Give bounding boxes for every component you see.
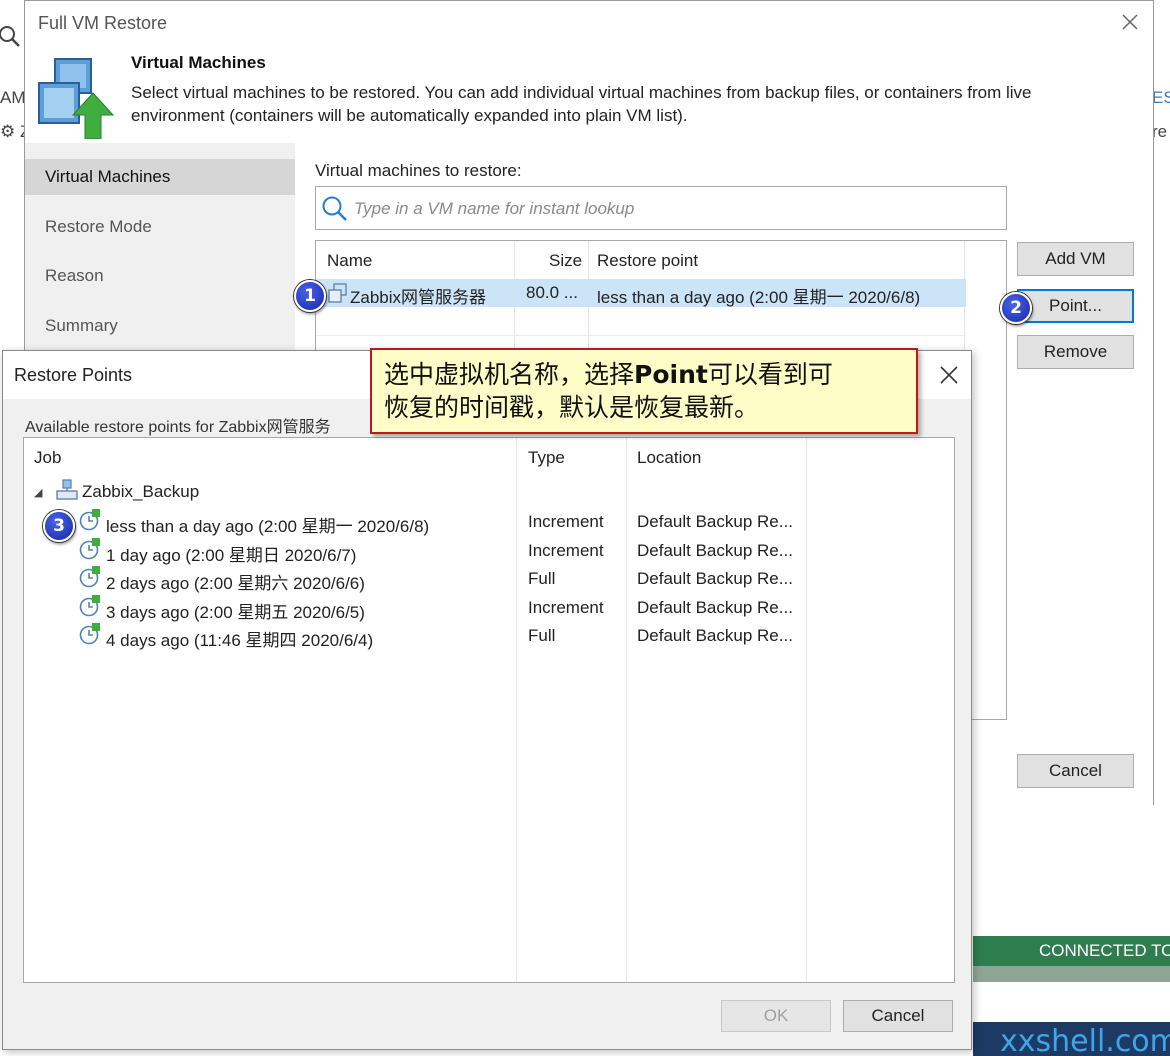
- restore-point-type: Increment: [528, 512, 604, 531]
- column-header-restore-point[interactable]: Restore point: [597, 251, 698, 271]
- vm-icon: [328, 283, 348, 303]
- column-header-type[interactable]: Type: [528, 448, 565, 468]
- watermark: xxshell.com: [1000, 1024, 1170, 1056]
- restore-points-dialog: Restore Points Available restore points …: [2, 350, 972, 1050]
- restore-point-icon: [78, 622, 102, 646]
- search-icon[interactable]: [0, 24, 22, 50]
- close-icon[interactable]: [1119, 11, 1141, 33]
- restore-point-type: Increment: [528, 541, 604, 560]
- restore-point-name: 4 days ago (11:46 星期四 2020/6/4): [106, 631, 374, 650]
- vm-restore-icon: [35, 53, 115, 140]
- column-header-job[interactable]: Job: [34, 448, 61, 468]
- column-header-size[interactable]: Size: [549, 251, 582, 271]
- restore-point-location: Default Backup Re...: [637, 626, 793, 645]
- restore-point-location: Default Backup Re...: [637, 512, 793, 531]
- step-badge-3: 3: [43, 510, 75, 542]
- row-divider: [316, 335, 966, 336]
- restore-point-row[interactable]: 3 days ago (2:00 星期五 2020/6/5) Increment…: [24, 594, 954, 622]
- step-badge-1: 1: [294, 280, 326, 312]
- restore-point-type: Full: [528, 626, 556, 645]
- callout-text: 选中虚拟机名称，选择: [384, 360, 635, 389]
- point-button[interactable]: Point...: [1017, 289, 1134, 323]
- restore-point-type: Increment: [528, 598, 604, 617]
- vm-name: Zabbix网管服务器: [350, 288, 487, 307]
- dialog-title: Restore Points: [14, 365, 133, 385]
- callout-line-1: 选中虚拟机名称，选择Point可以看到可: [384, 358, 916, 391]
- restore-point-name: 2 days ago (2:00 星期六 2020/6/6): [106, 574, 365, 593]
- vm-search-box[interactable]: [315, 186, 1007, 230]
- column-header-name[interactable]: Name: [327, 251, 372, 271]
- column-header-location[interactable]: Location: [637, 448, 701, 468]
- ok-button[interactable]: OK: [721, 1000, 831, 1032]
- restore-point-icon: [78, 594, 102, 618]
- restore-point-icon: [78, 537, 102, 561]
- step-summary[interactable]: Summary: [25, 308, 295, 344]
- restore-points-cancel-button[interactable]: Cancel: [843, 1000, 953, 1032]
- gear-icon: ⚙: [0, 122, 16, 141]
- wizard-cancel-button[interactable]: Cancel: [1017, 754, 1134, 788]
- restore-point-row[interactable]: 1 day ago (2:00 星期日 2020/6/7) Increment …: [24, 537, 954, 565]
- backup-job-icon: [54, 478, 80, 502]
- restore-point-row[interactable]: 2 days ago (2:00 星期六 2020/6/6) Full Defa…: [24, 565, 954, 593]
- vm-restore-point: less than a day ago (2:00 星期一 2020/6/8): [597, 288, 921, 307]
- vm-search-input[interactable]: [354, 196, 994, 222]
- job-name[interactable]: Zabbix_Backup: [82, 482, 199, 502]
- callout-bold-text: Point: [634, 360, 708, 389]
- status-strip: [973, 966, 1170, 982]
- restore-point-type: Full: [528, 569, 556, 588]
- callout-text: 可以看到可: [707, 360, 833, 389]
- restore-points-table: Job Type Location ◢ Zabbix_Backup less t…: [23, 437, 955, 983]
- restore-point-row[interactable]: less than a day ago (2:00 星期一 2020/6/8) …: [24, 508, 954, 536]
- remove-button[interactable]: Remove: [1017, 335, 1134, 369]
- restore-point-location: Default Backup Re...: [637, 598, 793, 617]
- restore-point-name: less than a day ago (2:00 星期一 2020/6/8): [106, 517, 430, 536]
- callout-line-2: 恢复的时间戳，默认是恢复最新。: [384, 393, 760, 422]
- step-badge-2: 2: [1000, 292, 1032, 324]
- search-icon: [320, 195, 350, 223]
- wizard-header: Virtual Machines Select virtual machines…: [25, 45, 1153, 143]
- step-virtual-machines[interactable]: Virtual Machines: [25, 159, 295, 195]
- step-reason[interactable]: Reason: [25, 258, 295, 294]
- dialog-titlebar: Full VM Restore: [25, 1, 1153, 45]
- header-description: Select virtual machines to be restored. …: [131, 83, 1032, 125]
- collapse-arrow-icon[interactable]: ◢: [34, 486, 42, 499]
- background-text: ES: [1152, 88, 1170, 107]
- close-icon[interactable]: [937, 363, 961, 387]
- restore-point-icon: [78, 565, 102, 589]
- background-text: AM: [0, 88, 26, 107]
- vm-size: 80.0 ...: [526, 283, 578, 302]
- annotation-callout: 选中虚拟机名称，选择Point可以看到可 恢复的时间戳，默认是恢复最新。: [370, 348, 918, 434]
- header-title: Virtual Machines: [131, 53, 266, 72]
- restore-point-location: Default Backup Re...: [637, 541, 793, 560]
- dialog-title: Full VM Restore: [38, 13, 168, 33]
- restore-point-name: 1 day ago (2:00 星期日 2020/6/7): [106, 546, 357, 565]
- vm-list-label: Virtual machines to restore:: [315, 161, 522, 180]
- restore-point-row[interactable]: 4 days ago (11:46 星期四 2020/6/4) Full Def…: [24, 622, 954, 650]
- step-restore-mode[interactable]: Restore Mode: [25, 209, 295, 245]
- add-vm-button[interactable]: Add VM: [1017, 242, 1134, 276]
- connection-status-bar: CONNECTED TO: [973, 936, 1170, 966]
- vm-row-selected[interactable]: Zabbix网管服务器 80.0 ... less than a day ago…: [316, 279, 966, 307]
- available-points-label: Available restore points for Zabbix网管服务: [25, 419, 331, 436]
- restore-point-icon: [78, 508, 102, 532]
- restore-point-location: Default Backup Re...: [637, 569, 793, 588]
- background-text: re: [1152, 122, 1168, 141]
- restore-point-name: 3 days ago (2:00 星期五 2020/6/5): [106, 603, 365, 622]
